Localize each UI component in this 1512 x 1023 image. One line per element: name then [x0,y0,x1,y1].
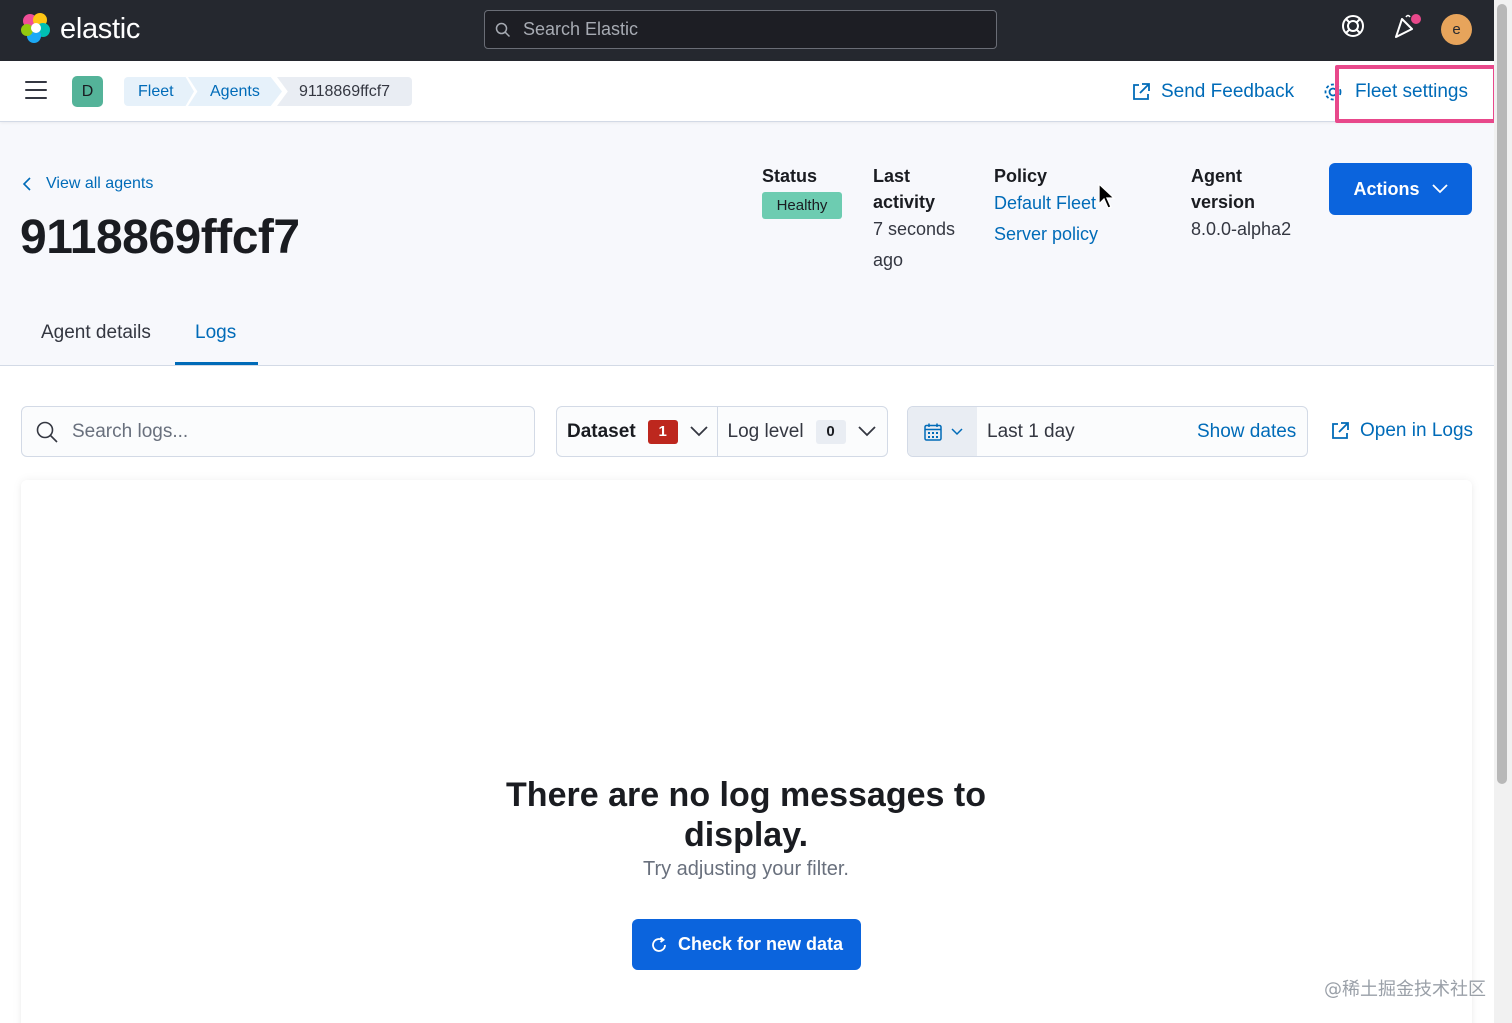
policy-link-line2[interactable]: Server policy [994,219,1098,250]
empty-state-title: There are no log messages to display. [506,776,986,854]
cheer-icon [1395,14,1421,38]
check-new-data-label: Check for new data [677,934,844,954]
dataset-count-badge: 1 [647,419,678,444]
fleet-settings-button[interactable]: Fleet settings [1323,81,1468,103]
date-picker: Last 1 day Show dates [907,406,1308,457]
open-in-logs-link[interactable]: Open in Logs [1330,420,1473,442]
breadcrumb-current: 9118869ffcf7 [277,77,412,106]
send-feedback-link[interactable]: Send Feedback [1131,81,1294,103]
breadcrumb-bar: D Fleet Agents 9118869ffcf7 Send Feedbac… [0,61,1494,122]
show-dates-button[interactable]: Show dates [1197,421,1296,443]
agent-tabs: Agent details Logs [0,300,1494,366]
refresh-icon [652,936,666,952]
scrollbar-thumb[interactable] [1497,4,1507,784]
last-activity-label-line2: activity [873,192,936,212]
log-search-input[interactable] [72,420,512,443]
watermark: @稀土掘金技术社区 [1324,979,1486,1000]
search-icon [495,22,511,37]
actions-label: Actions [1353,178,1420,199]
chevron-down-icon [857,426,876,437]
agent-version-label-line2: version [1191,192,1256,212]
status-badge: Healthy [762,192,842,219]
log-level-label: Log level [727,420,804,442]
empty-state-body: Try adjusting your filter. [642,858,849,880]
news-feed-button[interactable] [1392,13,1422,41]
agent-version-label-line1: Agent [1191,166,1242,186]
last-activity-label-line1: Last [873,166,911,186]
help-icon [1342,15,1364,37]
view-all-agents-link[interactable]: View all agents [22,175,153,193]
logo-text: elastic [60,12,141,45]
last-activity-value-line2: ago [873,250,904,270]
elastic-logo-icon [21,13,50,43]
space-avatar[interactable]: D [72,76,103,107]
open-in-logs-label: Open in Logs [1360,420,1474,441]
actions-button[interactable]: Actions [1329,163,1472,215]
search-icon [36,421,58,443]
chevron-down-icon [690,426,708,437]
log-search[interactable] [21,406,535,457]
policy-label: Policy [994,166,1048,186]
scrollbar[interactable] [1494,0,1512,1023]
view-all-agents-label: View all agents [46,175,154,192]
status-label: Status [762,166,818,186]
help-button[interactable] [1340,13,1366,39]
elastic-logo[interactable]: elastic [20,12,140,46]
send-feedback-label: Send Feedback [1161,81,1295,102]
policy-link-line1[interactable]: Default Fleet [994,188,1096,219]
log-filters: Dataset 1 Log level 0 [556,406,888,457]
global-search[interactable] [484,10,997,49]
agent-version-value: 8.0.0-alpha2 [1191,219,1292,239]
check-new-data-button[interactable]: Check for new data [632,919,861,970]
external-link-icon [1332,422,1349,439]
tab-agent-details[interactable]: Agent details [41,322,151,344]
chevron-down-icon [950,427,963,435]
gear-icon [1324,83,1342,101]
log-level-count-badge: 0 [815,419,846,444]
chevron-left-icon [22,177,31,191]
user-avatar[interactable]: e [1441,14,1472,45]
date-range-value[interactable]: Last 1 day [987,421,1187,443]
mouse-cursor-icon [1098,183,1116,209]
active-tab-indicator [175,362,258,365]
tab-logs[interactable]: Logs [195,322,236,344]
dataset-filter[interactable]: Dataset 1 [557,407,718,456]
global-search-input[interactable] [523,19,963,40]
menu-toggle-icon[interactable] [25,81,47,101]
quick-select-button[interactable] [908,407,977,456]
fleet-settings-label: Fleet settings [1355,81,1468,102]
log-level-filter[interactable]: Log level 0 [718,407,887,456]
page-title: 9118869ffcf7 [20,211,300,264]
breadcrumb-fleet[interactable]: Fleet [124,77,194,106]
chevron-down-icon [1431,184,1448,194]
global-header: elastic e [0,0,1494,61]
calendar-icon [923,423,942,441]
external-link-icon [1133,83,1150,100]
last-activity-value-line1: 7 seconds [873,219,956,239]
dataset-label: Dataset [567,420,636,442]
breadcrumb-agents[interactable]: Agents [188,77,282,106]
